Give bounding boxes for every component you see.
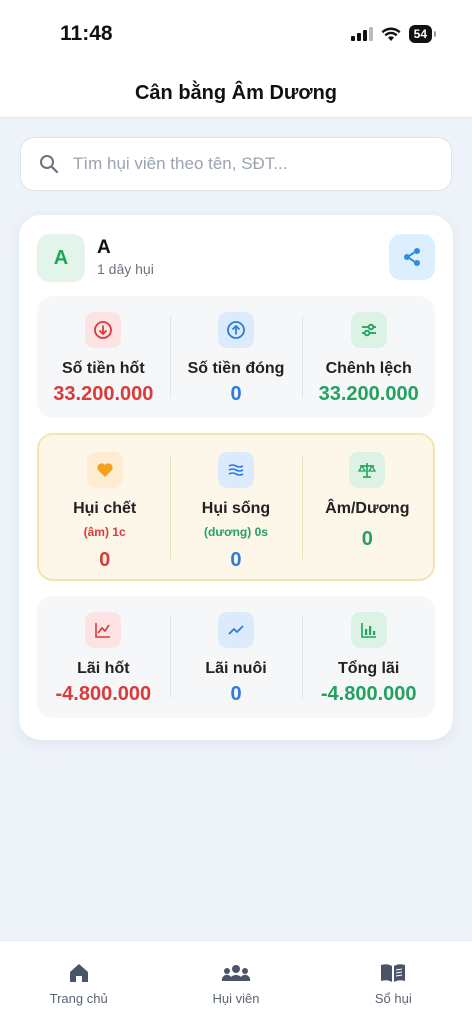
scale-icon [349, 452, 386, 488]
book-icon [381, 964, 406, 982]
stat-sub: (âm) 1c [83, 525, 126, 539]
stat-label: Hụi sống [201, 500, 271, 517]
heart-icon [86, 452, 123, 488]
wifi-icon [381, 26, 401, 41]
tab-hui-vien[interactable]: Hụi viên [157, 941, 314, 1024]
bar-chart-icon [350, 612, 387, 648]
stat-sub: (dương) 0s [204, 525, 268, 539]
stat-label: Âm/Dương [325, 500, 410, 517]
stat-chenh-lech: Chênh lệch 33.200.000 [302, 296, 435, 418]
stat-label: Lãi hốt [77, 660, 130, 677]
header: Cân bằng Âm Dương [0, 70, 472, 118]
signal-icon [350, 27, 373, 41]
stat-so-tien-hot: Số tiền hốt 33.200.000 [37, 296, 170, 418]
stat-value: 0 [230, 383, 242, 405]
stat-value: 0 [99, 549, 111, 571]
stat-value: -4.800.000 [320, 683, 417, 705]
search-bar[interactable] [20, 137, 452, 191]
stat-label: Hụi chết [73, 500, 137, 517]
stat-hui-chet: Hụi chết (âm) 1c 0 [39, 435, 170, 579]
stat-value: 33.200.000 [53, 383, 154, 405]
users-icon [221, 965, 251, 981]
arrow-up-circle-icon [218, 312, 254, 348]
stat-value: 0 [230, 549, 242, 571]
am-duong-block: Hụi chết (âm) 1c 0 Hụi sống (dương) 0s 0… [37, 433, 435, 581]
tab-label: Hụi viên [212, 991, 260, 1006]
status-icons: 54 [350, 25, 437, 43]
tab-label: Sổ hụi [374, 991, 412, 1006]
trending-up-icon [218, 612, 254, 648]
search-input[interactable] [73, 154, 433, 174]
waves-icon [217, 452, 254, 488]
status-bar: 11:48 54 [0, 0, 472, 70]
member-name: A [97, 237, 111, 258]
stat-value: 33.200.000 [318, 383, 419, 405]
search-icon [40, 155, 59, 174]
home-icon [69, 964, 88, 982]
stat-label: Chênh lệch [325, 360, 412, 377]
tab-trang-chu[interactable]: Trang chủ [0, 941, 157, 1024]
tab-label: Trang chủ [49, 991, 108, 1006]
sliders-icon [350, 312, 387, 348]
stat-lai-nuoi: Lãi nuôi 0 [169, 596, 303, 718]
stat-hui-song: Hụi sống (dương) 0s 0 [170, 435, 301, 579]
profit-block: Lãi hốt -4.800.000 Lãi nuôi 0 Tổng lãi -… [37, 596, 435, 718]
page-title: Cân bằng Âm Dương [134, 82, 338, 104]
stat-so-tien-dong: Số tiền đóng 0 [169, 296, 303, 418]
stat-label: Số tiền hốt [62, 360, 145, 377]
stat-label: Tổng lãi [338, 660, 400, 677]
stat-value: 0 [230, 683, 242, 705]
stat-value: 0 [361, 528, 373, 550]
tab-so-hui[interactable]: Sổ hụi [315, 941, 472, 1024]
member-group-count: 1 dây hụi [97, 261, 154, 277]
share-icon [404, 248, 420, 266]
summary-block: Số tiền hốt 33.200.000 Số tiền đóng 0 Ch… [37, 296, 435, 418]
line-chart-icon [85, 612, 122, 648]
member-card[interactable]: A A 1 dây hụi Số tiền hốt 33.200.000 Số … [19, 215, 453, 740]
status-time: 11:48 [60, 22, 113, 45]
stat-label: Số tiền đóng [187, 360, 285, 377]
stat-value: -4.800.000 [55, 683, 152, 705]
stat-label: Lãi nuôi [205, 660, 267, 677]
stat-am-duong: Âm/Dương 0 [301, 435, 433, 579]
arrow-down-circle-icon [85, 312, 122, 348]
battery-indicator: 54 [408, 25, 437, 43]
tab-bar: Trang chủ Hụi viên Sổ hụi [0, 940, 472, 1024]
stat-lai-hot: Lãi hốt -4.800.000 [37, 596, 170, 718]
avatar: A [37, 234, 85, 282]
share-button[interactable] [389, 234, 435, 280]
stat-tong-lai: Tổng lãi -4.800.000 [302, 596, 435, 718]
